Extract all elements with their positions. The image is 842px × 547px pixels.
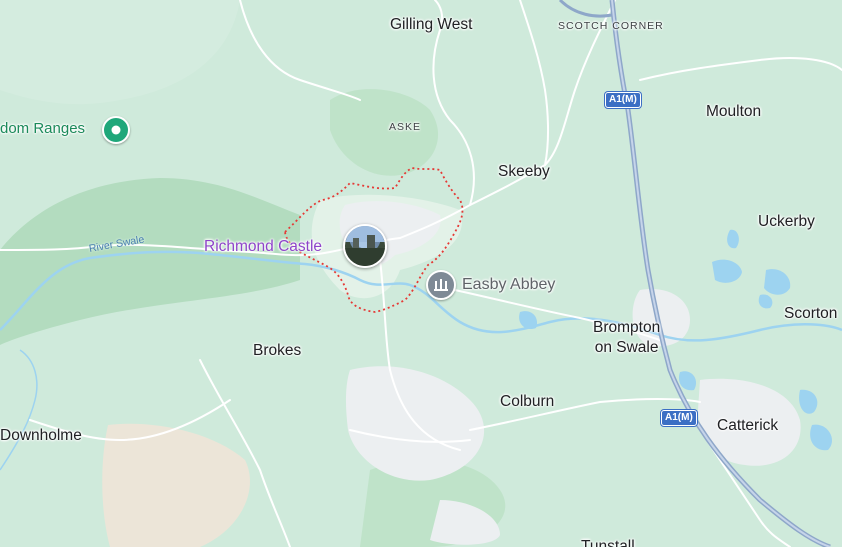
place-downholme[interactable]: Downholme xyxy=(0,428,82,444)
place-moulton[interactable]: Moulton xyxy=(706,104,761,120)
castle-photo-pin-icon[interactable] xyxy=(343,224,387,268)
poi-easby-abbey-label[interactable]: Easby Abbey xyxy=(462,277,555,293)
poi-ranges-label[interactable]: dom Ranges xyxy=(0,121,85,136)
place-scotch-corner[interactable]: SCOTCH CORNER xyxy=(558,21,664,32)
place-gilling-west[interactable]: Gilling West xyxy=(390,17,472,33)
map-base-layer xyxy=(0,0,842,547)
road-shield-a1m-south[interactable]: A1(M) xyxy=(661,410,697,426)
map-canvas[interactable]: Gilling West SCOTCH CORNER ASKE Moulton … xyxy=(0,0,842,547)
location-pin-icon[interactable] xyxy=(102,116,130,144)
place-colburn[interactable]: Colburn xyxy=(500,394,554,410)
place-bottom-cut[interactable]: Tunstall xyxy=(581,539,635,547)
poi-richmond-castle-label[interactable]: Richmond Castle xyxy=(204,239,322,255)
place-skeeby[interactable]: Skeeby xyxy=(498,164,550,180)
place-catterick[interactable]: Catterick xyxy=(717,418,778,434)
place-aske[interactable]: ASKE xyxy=(389,122,421,133)
place-scorton[interactable]: Scorton xyxy=(784,306,837,322)
monument-icon[interactable] xyxy=(426,270,456,300)
road-shield-a1m-north[interactable]: A1(M) xyxy=(605,92,641,108)
place-brokes[interactable]: Brokes xyxy=(253,343,301,359)
place-uckerby[interactable]: Uckerby xyxy=(758,214,815,230)
place-brompton-on-swale[interactable]: Brompton on Swale xyxy=(593,318,660,358)
